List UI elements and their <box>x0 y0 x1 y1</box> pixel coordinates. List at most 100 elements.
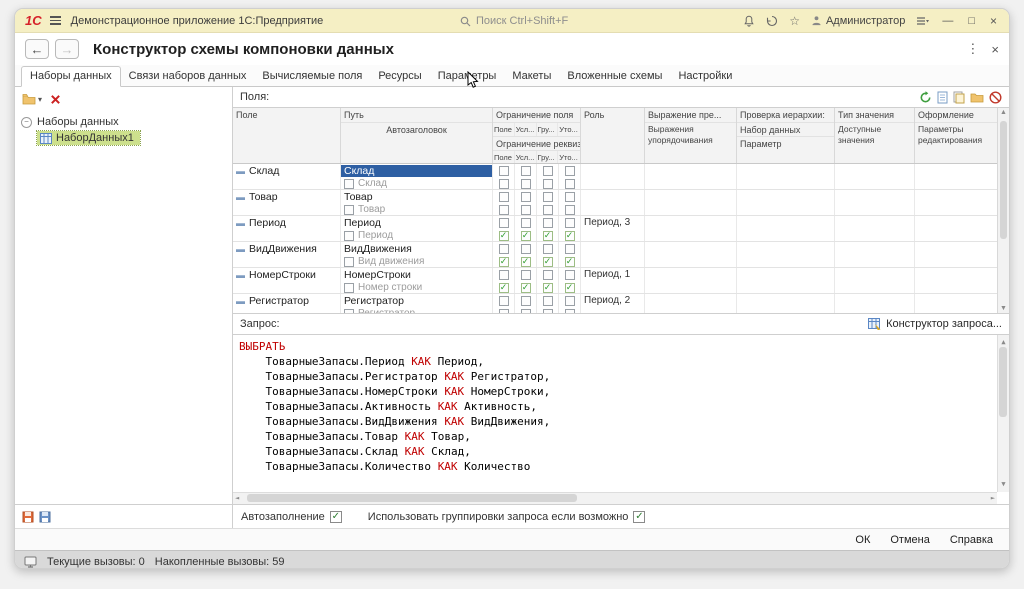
close-form-button[interactable]: × <box>991 42 999 57</box>
more-actions-icon[interactable]: ⋮ <box>966 41 979 57</box>
checkbox[interactable]: ✓ <box>565 231 575 241</box>
path-cell[interactable]: ВидДвижения <box>341 243 415 255</box>
query-editor[interactable]: ВЫБРАТЬ ТоварныеЗапасы.Период КАК Период… <box>233 334 1009 504</box>
checkbox[interactable] <box>565 270 575 280</box>
delete-field-icon[interactable] <box>989 91 1002 104</box>
checkbox[interactable]: ✓ <box>565 257 575 267</box>
table-row[interactable]: ▬СкладСкладСклад <box>233 164 997 190</box>
path-cell[interactable]: НомерСтроки <box>341 269 414 281</box>
checkbox[interactable] <box>543 192 553 202</box>
checkbox[interactable] <box>344 231 354 241</box>
tree-item-dataset[interactable]: НаборДанных1 <box>37 131 140 145</box>
help-button[interactable]: Справка <box>950 534 993 546</box>
minimize-button[interactable]: — <box>940 15 955 27</box>
checkbox[interactable]: ✓ <box>521 257 531 267</box>
collapse-icon[interactable]: − <box>21 117 32 128</box>
close-window-button[interactable]: × <box>988 14 999 28</box>
history-icon[interactable] <box>766 15 778 27</box>
checkbox[interactable]: ✓ <box>543 231 553 241</box>
service-menu-icon[interactable] <box>916 16 929 26</box>
checkbox[interactable]: ✓ <box>521 231 531 241</box>
checkbox[interactable] <box>344 179 354 189</box>
copy-document-icon[interactable] <box>953 91 965 104</box>
folder-icon[interactable] <box>970 91 984 103</box>
checkbox[interactable]: ✓ <box>499 257 509 267</box>
save-icon[interactable] <box>22 511 34 523</box>
add-dataset-button[interactable]: ▾ <box>22 93 42 105</box>
checkbox[interactable] <box>499 244 509 254</box>
scroll-thumb[interactable] <box>1000 121 1007 239</box>
tree-root-datasets[interactable]: − Наборы данных <box>21 115 226 129</box>
checkbox[interactable]: ✓ <box>330 511 342 523</box>
checkbox[interactable] <box>521 244 531 254</box>
checkbox[interactable] <box>543 296 553 306</box>
current-user[interactable]: Администратор <box>811 15 905 27</box>
query-text[interactable]: ВЫБРАТЬ ТоварныеЗапасы.Период КАК Период… <box>239 339 995 490</box>
checkbox[interactable] <box>499 205 509 215</box>
path-cell[interactable]: Период <box>341 217 384 229</box>
checkbox[interactable] <box>521 205 531 215</box>
tab-1[interactable]: Наборы данных <box>21 66 121 87</box>
path-cell[interactable]: Товар <box>341 191 376 203</box>
checkbox[interactable] <box>543 218 553 228</box>
checkbox[interactable] <box>344 205 354 215</box>
tab-5[interactable]: Параметры <box>430 67 505 86</box>
checkbox[interactable] <box>499 270 509 280</box>
checkbox[interactable] <box>521 218 531 228</box>
checkbox[interactable] <box>543 309 553 314</box>
table-row[interactable]: ▬ВидДвиженияВидДвиженияВид движения✓✓✓✓ <box>233 242 997 268</box>
checkbox[interactable] <box>565 166 575 176</box>
path-cell[interactable]: Склад <box>341 165 492 177</box>
checkbox[interactable]: ✓ <box>565 283 575 293</box>
checkbox[interactable] <box>543 270 553 280</box>
path-cell[interactable]: Регистратор <box>341 295 407 307</box>
fields-vertical-scrollbar[interactable]: ▲ ▼ <box>997 108 1009 313</box>
checkbox[interactable]: ✓ <box>633 511 645 523</box>
main-menu-icon[interactable] <box>50 16 61 25</box>
notifications-bell-icon[interactable] <box>743 15 755 27</box>
tab-2[interactable]: Связи наборов данных <box>121 67 255 86</box>
autofill-checkbox[interactable]: Автозаполнение ✓ <box>241 511 342 523</box>
table-row[interactable]: ▬НомерСтрокиНомерСтрокиНомер строки✓✓✓✓П… <box>233 268 997 294</box>
checkbox[interactable] <box>499 296 509 306</box>
checkbox[interactable] <box>543 205 553 215</box>
tab-7[interactable]: Вложенные схемы <box>559 67 670 86</box>
checkbox[interactable] <box>565 192 575 202</box>
maximize-button[interactable]: □ <box>966 15 977 27</box>
forward-button[interactable]: → <box>55 39 79 59</box>
checkbox[interactable] <box>344 309 354 314</box>
load-icon[interactable] <box>39 511 51 523</box>
checkbox[interactable] <box>565 218 575 228</box>
checkbox[interactable] <box>565 205 575 215</box>
checkbox[interactable]: ✓ <box>543 257 553 267</box>
checkbox[interactable]: ✓ <box>543 283 553 293</box>
query-designer-button[interactable]: Конструктор запроса... <box>868 318 1002 330</box>
tab-6[interactable]: Макеты <box>504 67 559 86</box>
checkbox[interactable] <box>565 296 575 306</box>
checkbox[interactable]: ✓ <box>499 283 509 293</box>
scroll-thumb[interactable] <box>247 494 577 502</box>
tab-8[interactable]: Настройки <box>670 67 740 86</box>
checkbox[interactable] <box>521 296 531 306</box>
checkbox[interactable] <box>565 244 575 254</box>
table-row[interactable]: ▬ПериодПериодПериод✓✓✓✓Период, 3 <box>233 216 997 242</box>
tab-4[interactable]: Ресурсы <box>370 67 429 86</box>
ok-button[interactable]: ОК <box>855 534 870 546</box>
back-button[interactable]: ← <box>25 39 49 59</box>
table-row[interactable]: ▬РегистраторРегистраторРегистраторПериод… <box>233 294 997 313</box>
delete-dataset-button[interactable] <box>50 94 61 105</box>
checkbox[interactable] <box>499 218 509 228</box>
checkbox[interactable] <box>521 192 531 202</box>
scroll-right-icon[interactable]: ► <box>991 491 995 504</box>
checkbox[interactable] <box>543 179 553 189</box>
checkbox[interactable] <box>499 309 509 314</box>
use-query-groups-checkbox[interactable]: Использовать группировки запроса если во… <box>368 511 646 523</box>
scroll-down-icon[interactable]: ▼ <box>1000 305 1007 312</box>
scroll-thumb[interactable] <box>999 347 1007 417</box>
checkbox[interactable] <box>521 166 531 176</box>
checkbox[interactable] <box>543 244 553 254</box>
scroll-up-icon[interactable]: ▲ <box>1000 109 1007 116</box>
scroll-down-icon[interactable]: ▼ <box>1001 477 1005 492</box>
global-search-input[interactable]: Поиск Ctrl+Shift+F <box>460 9 568 33</box>
checkbox[interactable] <box>344 257 354 267</box>
